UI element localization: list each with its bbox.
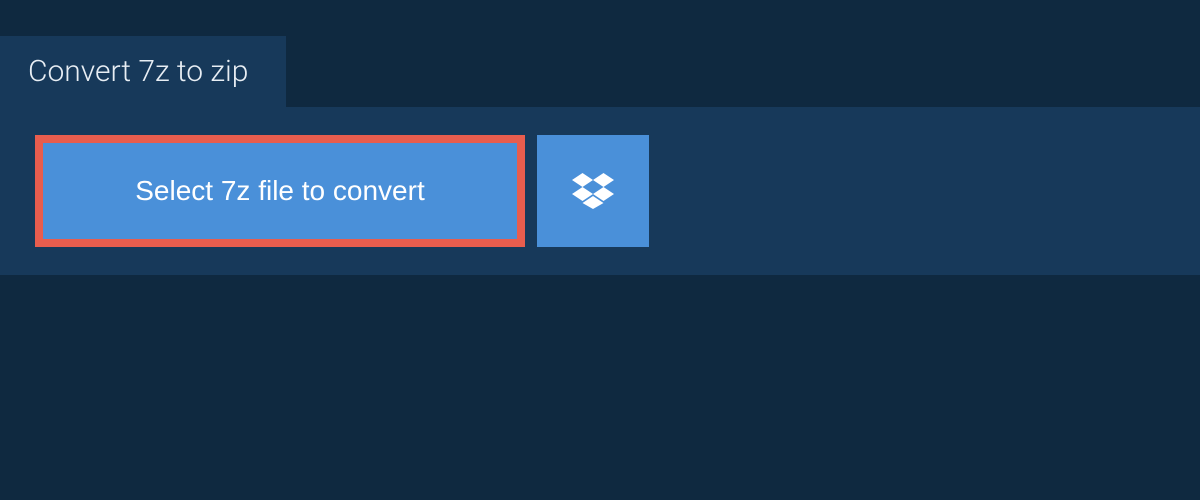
button-row: Select 7z file to convert [35, 135, 1165, 247]
dropbox-button[interactable] [537, 135, 649, 247]
select-file-button[interactable]: Select 7z file to convert [35, 135, 525, 247]
page-title-tab: Convert 7z to zip [0, 36, 286, 107]
upload-panel: Select 7z file to convert [0, 107, 1200, 275]
page-title: Convert 7z to zip [28, 54, 248, 89]
dropbox-icon [572, 173, 614, 209]
select-file-label: Select 7z file to convert [135, 175, 424, 207]
